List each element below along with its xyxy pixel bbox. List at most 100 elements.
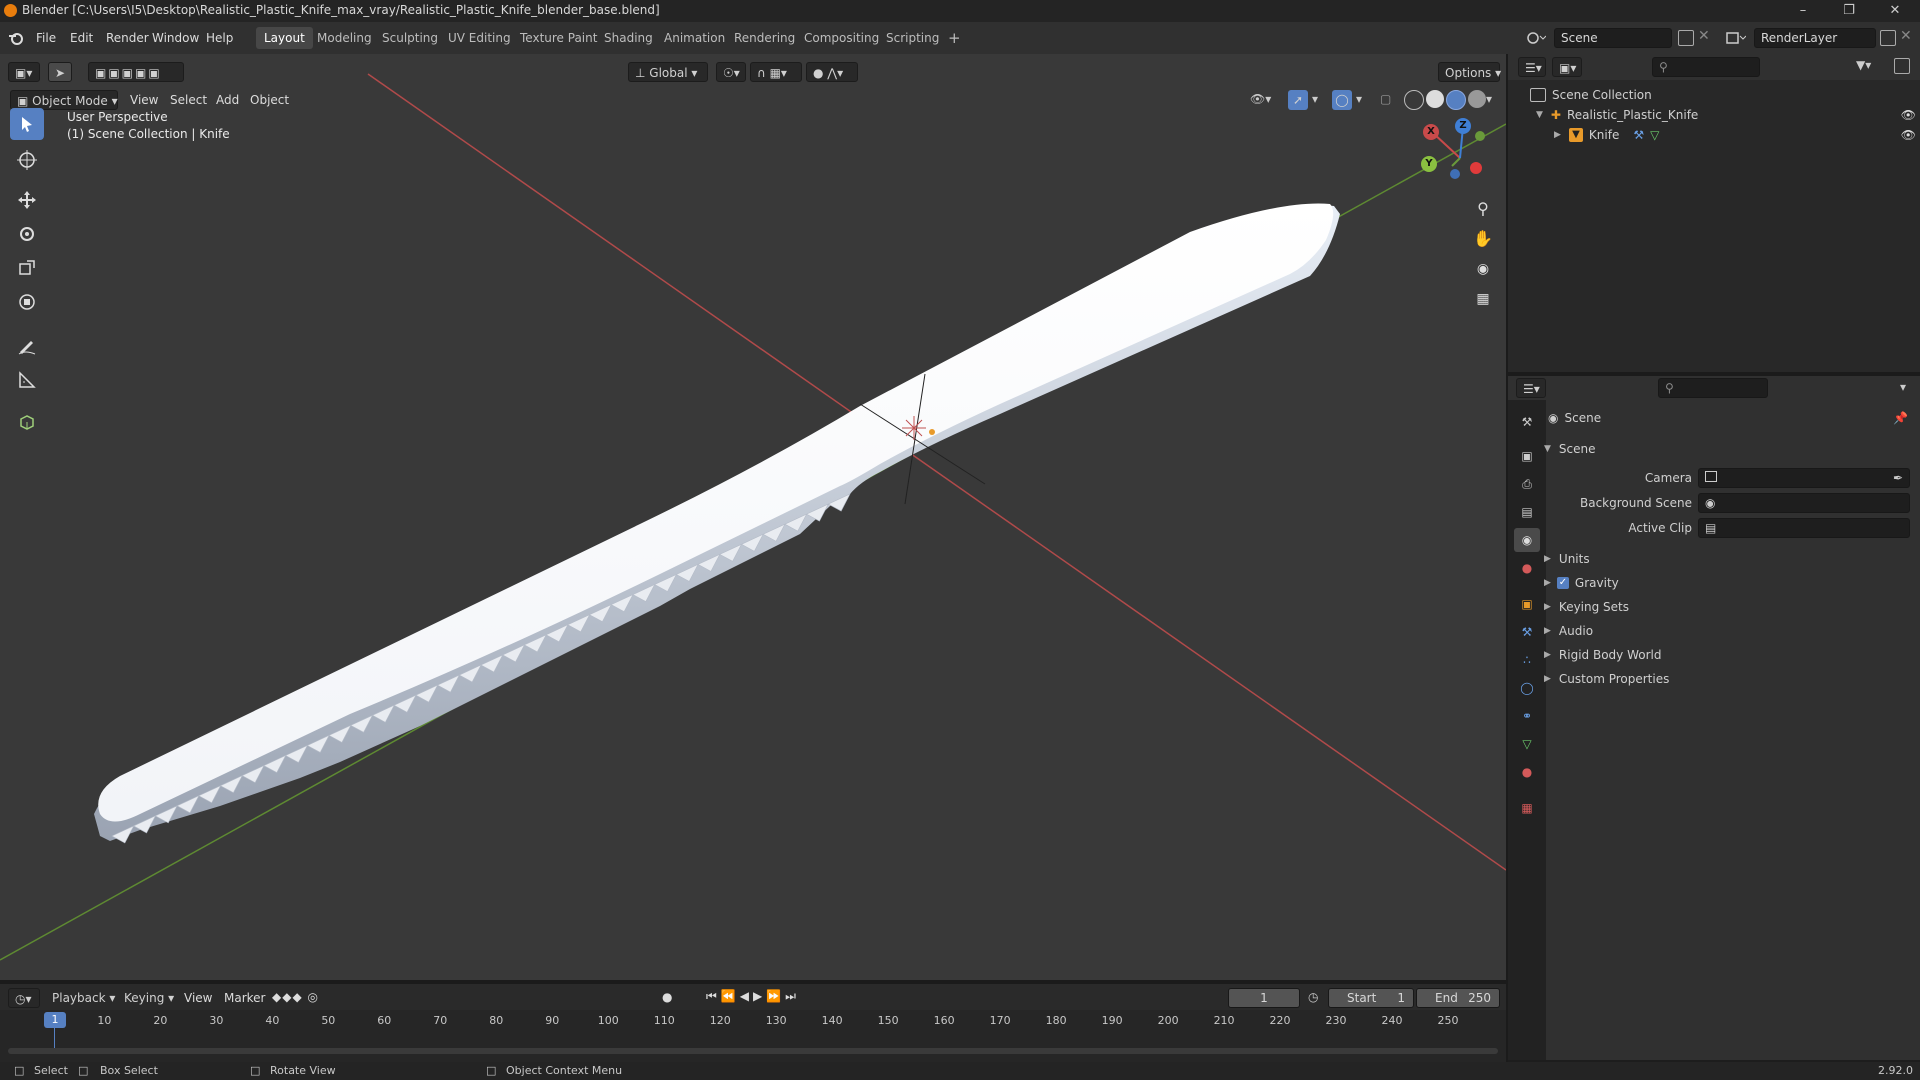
timeline-menu-view[interactable]: View: [178, 988, 218, 1008]
pin-icon[interactable]: 📌: [1893, 411, 1908, 425]
scene-name-field[interactable]: Scene: [1554, 28, 1672, 48]
playhead-frame-label[interactable]: 1: [44, 1012, 66, 1028]
new-scene-icon[interactable]: [1678, 30, 1694, 46]
options-dropdown[interactable]: Options ▾: [1438, 62, 1501, 82]
world-tab-icon[interactable]: ●: [1514, 556, 1540, 580]
gizmo-y-label[interactable]: Y: [1421, 156, 1437, 172]
proportional-edit-icon[interactable]: ● ⋀▾: [806, 62, 858, 82]
playback-menu[interactable]: Playback ▾: [46, 988, 115, 1008]
overlay-toggle-icon[interactable]: ◯: [1332, 90, 1352, 110]
timeline-editor-type-icon[interactable]: ◷▾: [8, 988, 40, 1008]
tab-texture-paint[interactable]: Texture Paint: [512, 27, 605, 49]
outliner-item-knife[interactable]: ▶ ▼ Knife ⚒ ▽ 👁: [1554, 126, 1916, 144]
wireframe-shading-icon[interactable]: [1404, 90, 1424, 110]
constraints-tab-icon[interactable]: ⚭: [1514, 704, 1540, 728]
properties-search-input[interactable]: ⚲: [1658, 378, 1768, 398]
minimize-button[interactable]: –: [1780, 0, 1826, 22]
move-tool-icon[interactable]: [10, 184, 44, 216]
particles-tab-icon[interactable]: ∴: [1514, 648, 1540, 672]
keyframe-buttons-icon[interactable]: ◆◆◆ ◎: [272, 990, 319, 1004]
tab-sculpting[interactable]: Sculpting: [374, 27, 446, 49]
physics-tab-icon[interactable]: ◯: [1514, 676, 1540, 700]
annotate-tool-icon[interactable]: [10, 330, 44, 362]
mode-dropdown[interactable]: ▣ Object Mode ▾: [10, 90, 118, 110]
keying-menu[interactable]: Keying ▾: [118, 988, 174, 1008]
transform-tool-icon[interactable]: [10, 286, 44, 318]
outliner-editor-type-icon[interactable]: ☰▾: [1518, 57, 1546, 77]
viewport-menu-object[interactable]: Object: [244, 90, 295, 110]
current-frame-field[interactable]: 1: [1228, 988, 1300, 1008]
camera-field[interactable]: ✒: [1698, 468, 1910, 488]
timeline-menu-marker[interactable]: Marker: [218, 988, 271, 1008]
end-frame-field[interactable]: End 250: [1416, 988, 1500, 1008]
tab-animation[interactable]: Animation: [656, 27, 733, 49]
selection-mode-icons[interactable]: ▣▣▣▣▣: [88, 62, 184, 82]
pan-hand-icon[interactable]: ✋: [1470, 226, 1496, 252]
select-tool-icon[interactable]: ➤: [48, 62, 72, 82]
viewport-menu-view[interactable]: View: [124, 90, 164, 110]
scale-tool-icon[interactable]: [10, 252, 44, 284]
visibility-icon[interactable]: 👁▾: [1250, 92, 1271, 106]
ortho-grid-icon[interactable]: ▦: [1470, 286, 1496, 312]
maximize-button[interactable]: ❐: [1826, 0, 1872, 22]
view-layer-field[interactable]: RenderLayer: [1754, 28, 1876, 48]
editor-type-icon[interactable]: ▣▾: [8, 62, 40, 82]
menu-edit[interactable]: Edit: [64, 28, 99, 48]
solid-shading-icon[interactable]: [1426, 90, 1444, 108]
active-clip-field[interactable]: ▤: [1698, 518, 1910, 538]
expand-right-icon[interactable]: ▶: [1554, 130, 1561, 140]
outliner-search-input[interactable]: ⚲: [1652, 57, 1760, 77]
timeline-scrollbar[interactable]: [8, 1048, 1498, 1054]
tool-tab-icon[interactable]: ⚒: [1514, 410, 1540, 434]
rotate-tool-icon[interactable]: [10, 218, 44, 250]
viewport-menu-add[interactable]: Add: [210, 90, 245, 110]
start-frame-field[interactable]: Start 1: [1328, 988, 1414, 1008]
gizmo-dropdown-icon[interactable]: ▾: [1312, 92, 1318, 106]
delete-scene-icon[interactable]: ✕: [1698, 28, 1710, 44]
rendered-shading-icon[interactable]: [1468, 90, 1486, 108]
view-layer-browse-icon[interactable]: [1724, 28, 1747, 48]
add-cube-tool-icon[interactable]: [10, 406, 44, 438]
scene-panel-header[interactable]: ▼ Scene: [1544, 439, 1914, 459]
units-panel[interactable]: ▶ Units: [1544, 549, 1914, 569]
texture-tab-icon[interactable]: ▦: [1514, 796, 1540, 820]
gizmo-z-label[interactable]: Z: [1455, 118, 1471, 134]
eye-icon[interactable]: 👁: [1901, 108, 1916, 122]
custom-properties-panel[interactable]: ▶ Custom Properties: [1544, 669, 1914, 689]
outliner-scene-collection[interactable]: Scene Collection: [1530, 86, 1652, 104]
keying-sets-panel[interactable]: ▶ Keying Sets: [1544, 597, 1914, 617]
modifier-tab-icon[interactable]: ⚒: [1514, 620, 1540, 644]
modifier-wrench-icon[interactable]: ⚒: [1633, 128, 1644, 142]
tab-rendering[interactable]: Rendering: [726, 27, 803, 49]
playback-controls-icon[interactable]: ⏮⏪◀▶⏩⏭: [706, 989, 800, 1004]
scene-browse-icon[interactable]: [1524, 28, 1547, 48]
rigid-body-world-panel[interactable]: ▶ Rigid Body World: [1544, 645, 1914, 665]
scene-tab-icon[interactable]: ◉: [1514, 528, 1540, 552]
material-shading-icon[interactable]: [1446, 90, 1466, 110]
tab-uv-editing[interactable]: UV Editing: [440, 27, 519, 49]
background-scene-field[interactable]: ◉: [1698, 493, 1910, 513]
xray-icon[interactable]: ▢: [1380, 92, 1391, 106]
properties-editor-type-icon[interactable]: ☰▾: [1516, 378, 1546, 398]
close-button[interactable]: ✕: [1872, 0, 1918, 22]
filter-icon[interactable]: ▼▾: [1856, 58, 1871, 72]
camera-view-icon[interactable]: ◉: [1470, 256, 1496, 282]
outliner-item-collection[interactable]: ▼ ✚ Realistic_Plastic_Knife 👁: [1536, 106, 1916, 124]
new-view-layer-icon[interactable]: [1880, 30, 1896, 46]
render-tab-icon[interactable]: ▣: [1514, 444, 1540, 468]
gizmo-x-label[interactable]: X: [1423, 124, 1439, 140]
tab-layout[interactable]: Layout: [256, 27, 313, 49]
navigation-gizmo[interactable]: X Y Z: [1420, 118, 1500, 198]
orientation-dropdown[interactable]: ⊥ Global ▾: [628, 62, 708, 82]
expand-down-icon[interactable]: ▼: [1536, 110, 1543, 120]
pivot-icon[interactable]: ☉▾: [716, 62, 746, 82]
blender-menu-icon[interactable]: [8, 30, 24, 46]
gizmo-toggle-icon[interactable]: ➚: [1288, 90, 1308, 110]
zoom-icon[interactable]: ⚲: [1470, 196, 1496, 222]
delete-view-layer-icon[interactable]: ✕: [1900, 28, 1912, 44]
menu-file[interactable]: File: [30, 28, 62, 48]
tab-shading[interactable]: Shading: [596, 27, 661, 49]
3d-viewport[interactable]: [0, 54, 1506, 984]
tab-compositing[interactable]: Compositing: [796, 27, 887, 49]
view-layer-tab-icon[interactable]: ▤: [1514, 500, 1540, 524]
